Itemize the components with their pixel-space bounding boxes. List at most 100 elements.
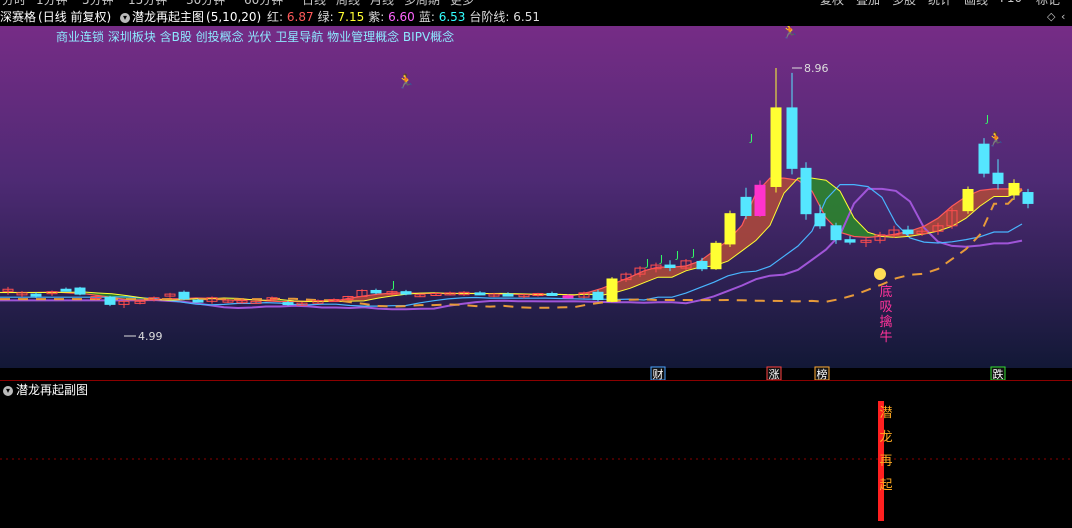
candle-body bbox=[503, 294, 513, 296]
candle-body bbox=[547, 293, 557, 295]
event-marker-label: 涨 bbox=[769, 368, 780, 380]
candle-body bbox=[665, 265, 675, 267]
candle-body bbox=[105, 297, 115, 304]
candle-body bbox=[75, 288, 85, 294]
main-indicator-header: 深赛格(日线 前复权) ▾潜龙再起主图(5,10,20) 红: 6.87绿: 7… bbox=[0, 8, 1072, 26]
period-tab[interactable]: 更多 bbox=[450, 0, 474, 8]
sub-chart[interactable]: 潜龙再起 bbox=[0, 399, 1072, 524]
chart-background bbox=[0, 26, 1072, 368]
value-label: 台阶线: bbox=[469, 10, 509, 24]
candle-body bbox=[61, 289, 71, 291]
candle-body bbox=[593, 292, 603, 299]
period-tab[interactable]: 日线 bbox=[302, 0, 326, 8]
j-signal-icon: J bbox=[659, 254, 663, 265]
candle-body bbox=[963, 190, 973, 211]
candle-body bbox=[787, 108, 797, 168]
candle-body bbox=[193, 300, 203, 302]
toolbar-button[interactable]: 标记 bbox=[1036, 0, 1060, 8]
sub-signal-char: 再 bbox=[879, 454, 892, 469]
signal-char: 擒 bbox=[879, 314, 892, 330]
period-tab[interactable]: 多周期 bbox=[404, 0, 440, 8]
toolbar-button[interactable]: F10 bbox=[1000, 0, 1022, 5]
concept-tags: 商业连锁 深圳板块 含B股 创投概念 光伏 卫星导航 物业管理概念 BIPV概念 bbox=[56, 28, 454, 45]
candle-body bbox=[371, 290, 381, 292]
sub-indicator-chart: 潜龙再起 bbox=[0, 399, 1072, 524]
candle-body bbox=[179, 292, 189, 299]
value-number: 7.15 bbox=[334, 10, 365, 24]
sub-indicator-name[interactable]: 潜龙再起副图 bbox=[16, 383, 88, 397]
period-tab[interactable]: 月线 bbox=[370, 0, 394, 8]
candle-body bbox=[607, 279, 617, 301]
candle-body bbox=[801, 168, 811, 213]
candle-body bbox=[697, 261, 707, 268]
money-bag-icon bbox=[874, 268, 886, 280]
period-tab[interactable]: 15分钟 bbox=[128, 0, 167, 8]
diamond-icon[interactable]: ◇ bbox=[1047, 8, 1055, 26]
period-tab[interactable]: 1分钟 bbox=[36, 0, 68, 8]
candle-body bbox=[979, 144, 989, 173]
j-signal-icon: J bbox=[985, 114, 989, 125]
chevron-down-icon[interactable]: ▾ bbox=[3, 386, 13, 396]
period-tab[interactable]: 60分钟 bbox=[244, 0, 283, 8]
value-number: 6.53 bbox=[435, 10, 466, 24]
sub-indicator-header: ▾潜龙再起副图 bbox=[0, 380, 1072, 399]
candle-body bbox=[31, 294, 41, 296]
period-label: (日线 前复权) bbox=[38, 10, 111, 24]
event-marker-label: 财 bbox=[653, 367, 664, 380]
chevron-down-icon[interactable]: ▾ bbox=[120, 13, 130, 23]
marker-strip bbox=[0, 368, 1072, 380]
indicator-params: (5,10,20) bbox=[206, 10, 261, 24]
toolbar-button[interactable]: 叠加 bbox=[856, 0, 880, 8]
candle-body bbox=[755, 185, 765, 215]
event-marker-label: 跌 bbox=[993, 367, 1004, 380]
toolbar-button[interactable]: 多股 bbox=[892, 0, 916, 8]
candle-body bbox=[903, 230, 913, 234]
period-toolbar: 分时 1分钟 5分钟 15分钟 30分钟 60分钟 日线 周线 月线 多周期 更多 复权 叠加 多股 统计 画… bbox=[0, 0, 1072, 8]
runner-icon: 🏃 bbox=[987, 131, 1004, 148]
toolbar-button[interactable]: 统计 bbox=[928, 0, 952, 8]
chevron-left-icon[interactable]: ‹ bbox=[1061, 8, 1065, 26]
event-marker-label: 榜 bbox=[817, 367, 828, 380]
value-label: 绿: bbox=[318, 10, 334, 24]
candle-body bbox=[815, 214, 825, 226]
period-tab[interactable]: 周线 bbox=[336, 0, 360, 8]
j-signal-icon: J bbox=[645, 258, 649, 269]
candle-body bbox=[1009, 183, 1019, 194]
value-label: 蓝: bbox=[419, 10, 435, 24]
j-signal-icon: J bbox=[391, 280, 395, 291]
candlestick-chart[interactable]: 8.964.99🏃🏃🏃JJJJJJJ底吸擒牛财涨榜跌 bbox=[0, 26, 1072, 380]
signal-char: 吸 bbox=[879, 300, 892, 315]
j-signal-icon: J bbox=[675, 250, 679, 261]
candle-body bbox=[563, 296, 573, 298]
sub-signal-char: 龙 bbox=[879, 430, 892, 445]
sub-signal-char: 起 bbox=[879, 478, 892, 493]
value-number: 6.60 bbox=[384, 10, 415, 24]
j-signal-icon: J bbox=[691, 248, 695, 259]
candle-body bbox=[741, 197, 751, 215]
ma-band bbox=[994, 189, 1008, 197]
period-tab[interactable]: 分时 bbox=[2, 0, 26, 8]
candle-body bbox=[845, 240, 855, 242]
sub-signal-char: 潜 bbox=[879, 406, 892, 421]
value-number: 6.51 bbox=[509, 10, 540, 24]
value-label: 红: bbox=[267, 10, 283, 24]
low-price-label: 4.99 bbox=[138, 330, 163, 343]
period-tab[interactable]: 30分钟 bbox=[186, 0, 225, 8]
runner-icon: 🏃 bbox=[781, 26, 798, 40]
candle-body bbox=[831, 226, 841, 240]
signal-char: 底 bbox=[879, 284, 892, 300]
indicator-name[interactable]: 潜龙再起主图 bbox=[132, 10, 204, 24]
indicator-values: 红: 6.87绿: 7.15紫: 6.60蓝: 6.53台阶线: 6.51 bbox=[267, 10, 544, 24]
candle-body bbox=[993, 173, 1003, 183]
period-tab[interactable]: 5分钟 bbox=[82, 0, 114, 8]
toolbar-button[interactable]: 复权 bbox=[820, 0, 844, 8]
main-chart[interactable]: 商业连锁 深圳板块 含B股 创投概念 光伏 卫星导航 物业管理概念 BIPV概念… bbox=[0, 26, 1072, 380]
candle-body bbox=[283, 303, 293, 305]
candle-body bbox=[1023, 193, 1033, 204]
candle-body bbox=[711, 243, 721, 268]
candle-body bbox=[725, 214, 735, 244]
toolbar-button[interactable]: 画线 bbox=[964, 0, 988, 8]
signal-char: 牛 bbox=[879, 330, 892, 345]
runner-icon: 🏃 bbox=[397, 73, 414, 90]
high-price-label: 8.96 bbox=[804, 62, 829, 75]
